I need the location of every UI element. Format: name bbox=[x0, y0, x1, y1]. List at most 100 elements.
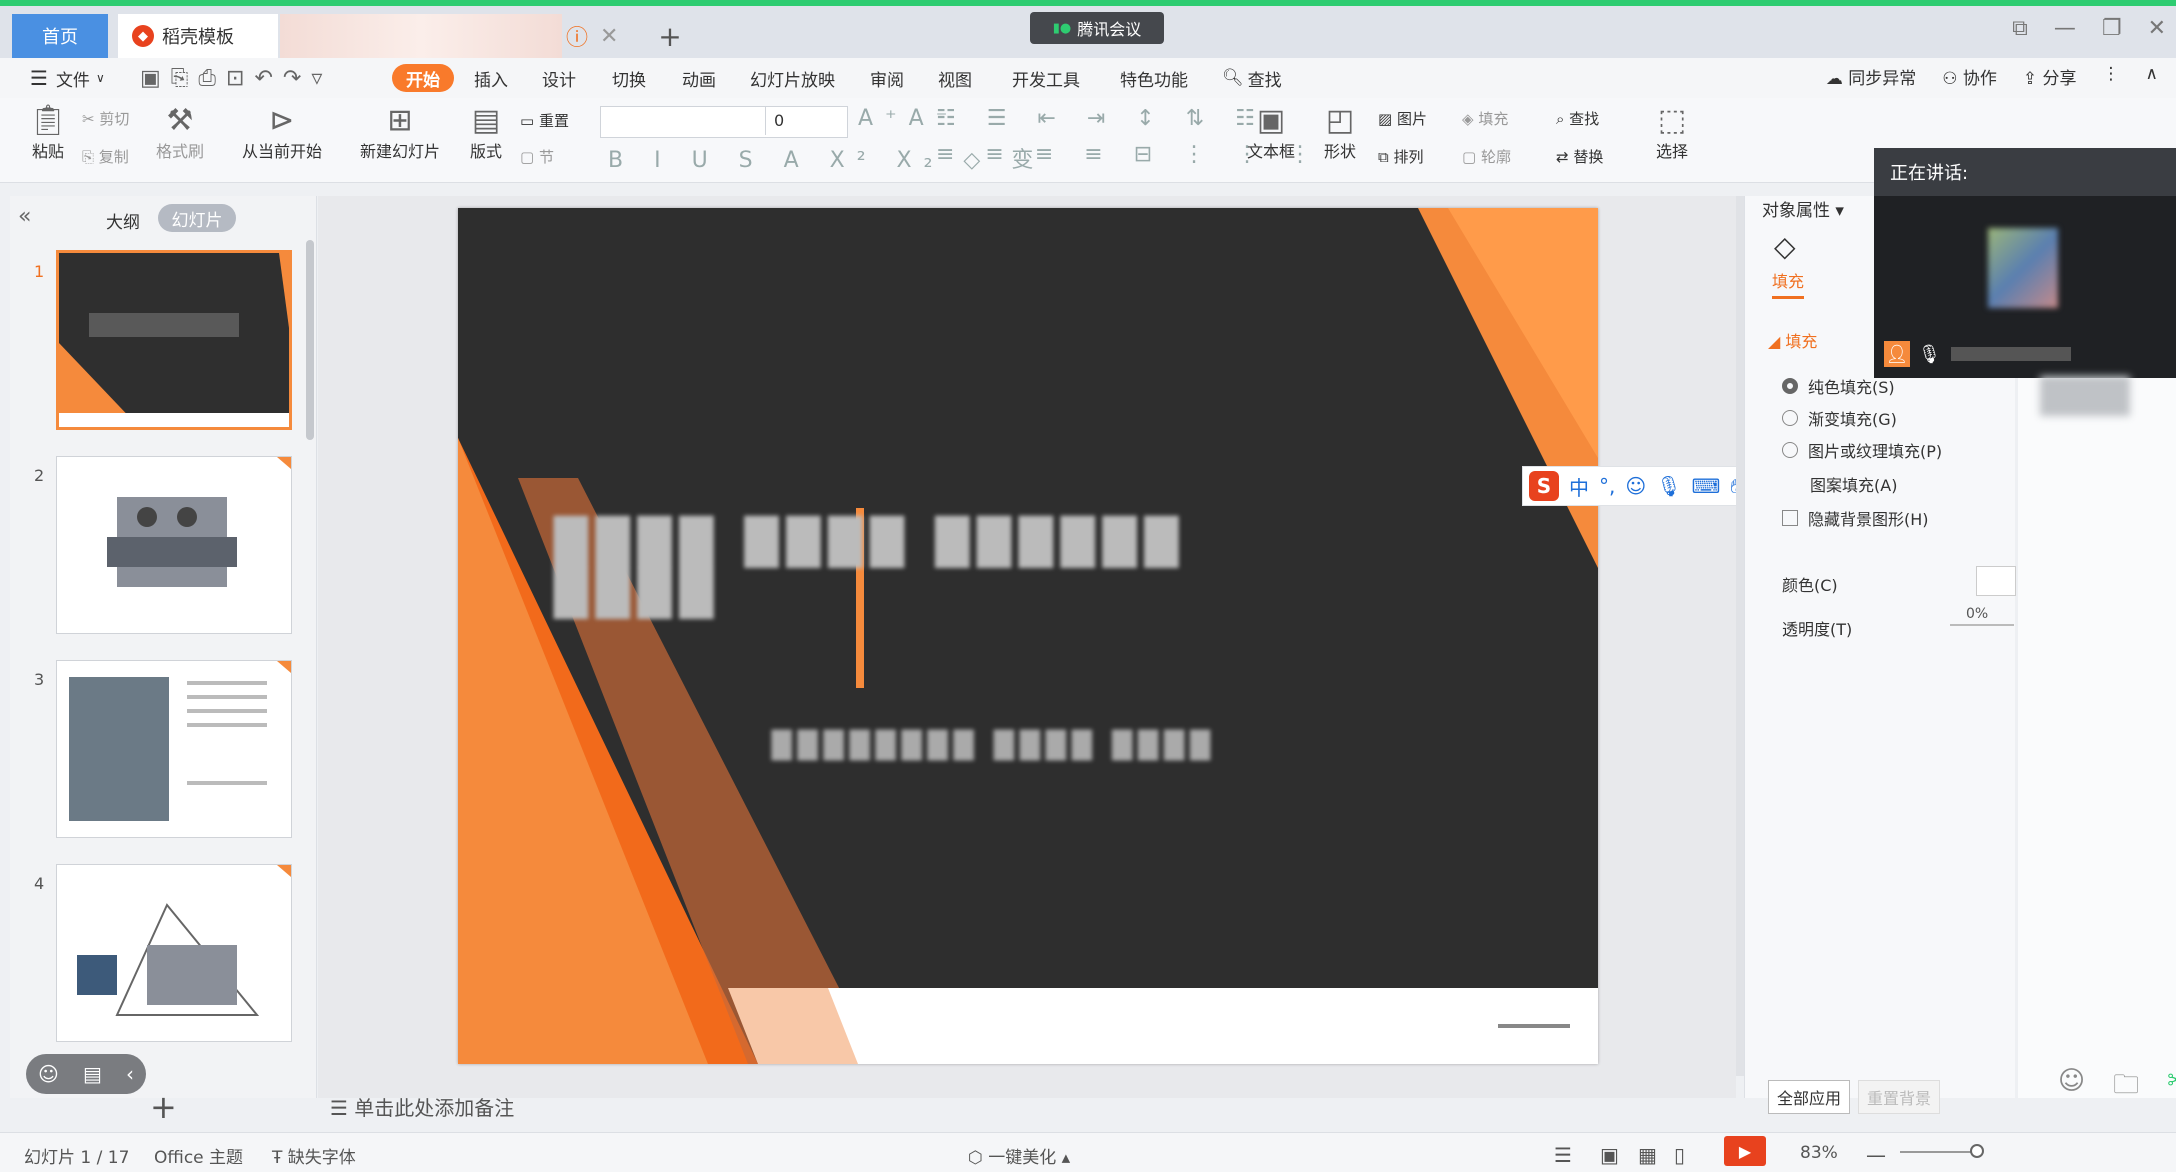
emoji-icon[interactable]: ☺ bbox=[1625, 474, 1646, 498]
normal-view-icon[interactable]: ▣ bbox=[1600, 1143, 1619, 1167]
sorter-view-icon[interactable]: ▦ bbox=[1638, 1143, 1657, 1167]
microphone-icon[interactable]: 🎙︎ bbox=[1656, 474, 1681, 498]
chevron-left-icon[interactable]: ‹ bbox=[126, 1062, 134, 1086]
menu-search[interactable]: 🔍︎ 查找 bbox=[1222, 64, 1282, 92]
theme-name[interactable]: Office 主题 bbox=[154, 1143, 243, 1168]
notes-area[interactable]: ☰ 单击此处添加备注 bbox=[330, 1092, 514, 1121]
outline-button[interactable]: ▢ 轮廓 bbox=[1462, 146, 1511, 167]
tab-home[interactable]: 首页 bbox=[12, 14, 108, 58]
export-icon[interactable]: ⎘ bbox=[171, 66, 199, 91]
layout-button[interactable]: ▤ 版式 bbox=[460, 104, 512, 162]
format-painter-button[interactable]: ⚒ 格式刷 bbox=[154, 104, 206, 162]
preview-icon[interactable]: ⊡ bbox=[226, 66, 254, 91]
restore-icon[interactable]: ❐ bbox=[2102, 16, 2122, 41]
slide-thumbnail-1[interactable] bbox=[56, 250, 292, 430]
copy-button[interactable]: ⎘ 复制 bbox=[82, 146, 129, 167]
menu-design[interactable]: 设计 bbox=[542, 64, 576, 92]
warning-icon[interactable]: ⓘ bbox=[566, 20, 588, 52]
apply-all-button[interactable]: 全部应用 bbox=[1768, 1080, 1850, 1114]
menu-transition[interactable]: 切换 bbox=[612, 64, 646, 92]
comment-icon[interactable]: ▤ bbox=[83, 1062, 102, 1086]
section-button[interactable]: ▢ 节 bbox=[520, 146, 554, 167]
panel-scrollbar[interactable] bbox=[306, 240, 314, 440]
reading-view-icon[interactable]: ▯ bbox=[1674, 1143, 1685, 1167]
transparency-slider[interactable] bbox=[1950, 624, 2014, 626]
slide-thumbnail-3[interactable] bbox=[56, 660, 292, 838]
cut-button[interactable]: ✂ 剪切 bbox=[82, 108, 129, 129]
select-button[interactable]: ⬚ 选择 bbox=[1644, 104, 1700, 162]
picture-fill-radio[interactable]: 图片或纹理填充(P) bbox=[1782, 438, 1942, 462]
file-menu[interactable]: ☰ 文件 ∨ bbox=[30, 64, 105, 92]
hide-background-checkbox[interactable]: 隐藏背景图形(H) bbox=[1782, 506, 1929, 530]
arrange-button[interactable]: ⧉ 排列 bbox=[1378, 146, 1424, 167]
list-format-icons[interactable]: ☷ ☰ ⇤ ⇥ ↕ ⇅ ☷ bbox=[936, 106, 1267, 131]
play-slideshow-button[interactable]: ▶ bbox=[1724, 1136, 1766, 1166]
object-properties-title[interactable]: 对象属性 ▾ bbox=[1762, 196, 1844, 221]
missing-font-button[interactable]: Ŧ 缺失字体 bbox=[272, 1143, 356, 1168]
emoji-icon[interactable]: ☺ bbox=[38, 1062, 59, 1086]
more-icon[interactable]: ⋮ bbox=[2103, 64, 2120, 89]
textbox-button[interactable]: ▣ 文本框 bbox=[1236, 104, 1306, 162]
zoom-slider[interactable] bbox=[1900, 1151, 1980, 1153]
slide-title-blurred[interactable]: ████ ████ ██████ ████ bbox=[554, 517, 1354, 619]
replace-button[interactable]: ⇄ 替换 bbox=[1556, 146, 1603, 167]
tab-outline[interactable]: 大纲 bbox=[106, 208, 140, 233]
font-size-input[interactable]: 0 bbox=[765, 107, 843, 135]
print-icon[interactable]: ⎙ bbox=[198, 66, 226, 91]
slide-canvas[interactable]: ████ ████ ██████ ████ ████████ ████ ████ bbox=[458, 208, 1598, 1064]
from-current-button[interactable]: ⊳ 从当前开始 bbox=[228, 104, 336, 162]
menu-features[interactable]: 特色功能 bbox=[1120, 64, 1188, 92]
zoom-level[interactable]: 83% bbox=[1800, 1143, 1838, 1163]
menu-start[interactable]: 开始 bbox=[392, 64, 454, 92]
fill-bucket-icon[interactable]: ◇ bbox=[1774, 230, 1796, 263]
tab-fill[interactable]: 填充 bbox=[1772, 268, 1805, 299]
collapse-ribbon-icon[interactable]: ∧ bbox=[2146, 64, 2158, 89]
zoom-out-icon[interactable]: — bbox=[1866, 1143, 1886, 1167]
new-slide-button[interactable]: ⊞ 新建幻灯片 bbox=[352, 104, 448, 162]
floating-toolbar[interactable]: ☺ ▤ ‹ bbox=[26, 1054, 146, 1094]
folder-icon[interactable]: 🗀︎ bbox=[2113, 1066, 2139, 1110]
shape-button[interactable]: ◰ 形状 bbox=[1314, 104, 1366, 162]
sync-status[interactable]: ☁ 同步异常 bbox=[1826, 64, 1916, 89]
beautify-button[interactable]: ⬡ 一键美化 ▴ bbox=[968, 1143, 1070, 1168]
window-count-icon[interactable]: ⧉ bbox=[2012, 16, 2028, 41]
ime-punct[interactable]: °, bbox=[1599, 474, 1615, 498]
slide-subtitle-blurred[interactable]: ████████ ████ ████ bbox=[644, 718, 1344, 774]
slide-thumbnail-4[interactable] bbox=[56, 864, 292, 1042]
meeting-speaker-window[interactable]: 正在讲话: 👤︎ 🎙︎ bbox=[1874, 148, 2176, 378]
menu-review[interactable]: 审阅 bbox=[870, 64, 904, 92]
find-button[interactable]: ⌕ 查找 bbox=[1556, 108, 1599, 129]
gradient-fill-radio[interactable]: 渐变填充(G) bbox=[1782, 406, 1897, 430]
menu-developer[interactable]: 开发工具 bbox=[1012, 64, 1080, 92]
share-button[interactable]: ⇪ 分享 bbox=[2023, 64, 2077, 89]
notes-toggle-icon[interactable]: ☰ bbox=[1554, 1143, 1572, 1167]
add-slide-icon[interactable]: + bbox=[150, 1088, 177, 1126]
tab-document-blurred[interactable] bbox=[280, 14, 562, 58]
meeting-indicator[interactable]: ▮● 腾讯会议 bbox=[1030, 12, 1164, 44]
reset-background-button[interactable]: 重置背景 bbox=[1858, 1080, 1940, 1114]
tab-slides[interactable]: 幻灯片 bbox=[158, 204, 236, 232]
keyboard-icon[interactable]: ⌨ bbox=[1692, 474, 1721, 498]
redo-icon[interactable]: ↷ bbox=[283, 66, 311, 91]
collaborate-button[interactable]: ⚇ 协作 bbox=[1942, 64, 1997, 89]
pattern-fill-radio[interactable]: 图案填充(A) bbox=[1810, 472, 1897, 496]
scissors-icon[interactable]: ✂ bbox=[2167, 1066, 2176, 1110]
close-window-icon[interactable]: ✕ bbox=[2148, 16, 2166, 41]
zoom-slider-knob[interactable] bbox=[1970, 1144, 1984, 1158]
ime-lang[interactable]: 中 bbox=[1569, 472, 1589, 501]
menu-insert[interactable]: 插入 bbox=[474, 64, 508, 92]
reset-button[interactable]: ▭ 重置 bbox=[520, 110, 569, 131]
save-icon[interactable]: ▣ bbox=[140, 66, 171, 91]
color-picker[interactable] bbox=[1976, 566, 2016, 596]
minimize-icon[interactable]: — bbox=[2054, 16, 2076, 41]
tab-template[interactable]: ◆ 稻壳模板 bbox=[118, 14, 278, 58]
font-name-input[interactable]: 0 bbox=[600, 106, 848, 138]
emoji-icon[interactable]: ☺ bbox=[2058, 1066, 2085, 1110]
menu-animation[interactable]: 动画 bbox=[682, 64, 716, 92]
close-tab-icon[interactable]: ✕ bbox=[600, 24, 618, 49]
new-tab-icon[interactable]: + bbox=[650, 14, 690, 58]
fill-button[interactable]: ◈ 填充 bbox=[1462, 108, 1508, 129]
collapse-panel-icon[interactable]: « bbox=[18, 204, 31, 229]
picture-button[interactable]: ▨ 图片 bbox=[1378, 108, 1427, 129]
menu-slideshow[interactable]: 幻灯片放映 bbox=[750, 64, 835, 92]
